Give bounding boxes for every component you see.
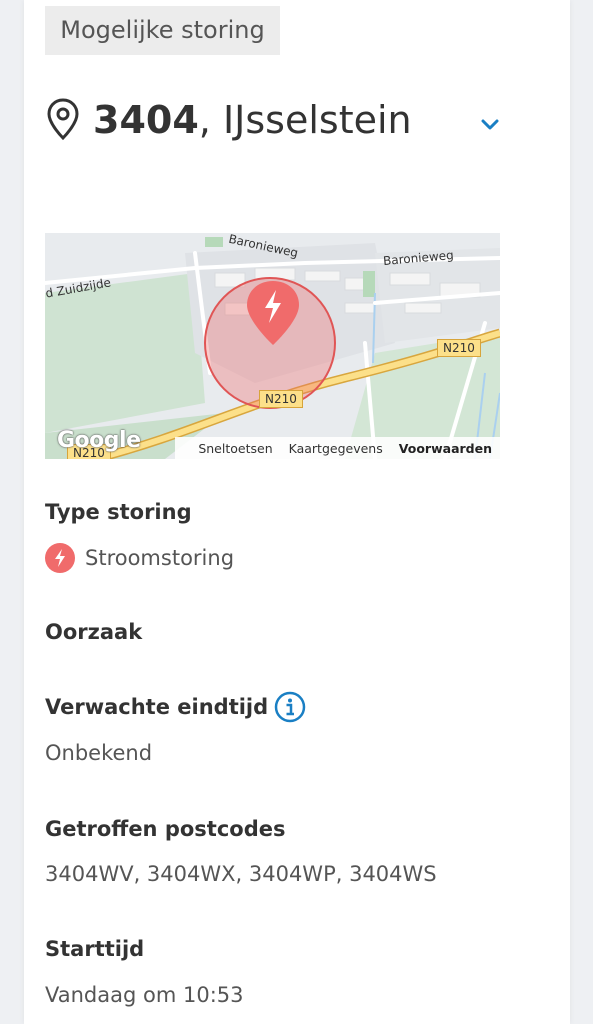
- location-city: IJsselstein: [222, 98, 412, 142]
- map-data-link[interactable]: Kaartgegevens: [289, 441, 383, 456]
- location-postal: 3404: [93, 98, 199, 142]
- outage-map[interactable]: Baronieweg Baronieweg d Zuidzijde N210 N…: [45, 233, 500, 459]
- start-time-label: Starttijd: [45, 937, 145, 961]
- type-label: Type storing: [45, 500, 192, 524]
- road-shield-n210-b: N210: [259, 390, 303, 408]
- road-shield-n210-a: N210: [437, 339, 481, 357]
- cause-label: Oorzaak: [45, 620, 143, 644]
- map-terms-link[interactable]: Voorwaarden: [399, 441, 492, 456]
- info-icon[interactable]: [274, 691, 306, 723]
- end-time-row: Verwachte eindtijd: [45, 691, 306, 723]
- location-header[interactable]: 3404, IJsselstein: [45, 92, 505, 148]
- map-footer: Sneltoetsen Kaartgegevens Voorwaarden: [175, 437, 500, 459]
- start-time-value: Vandaag om 10:53: [45, 983, 244, 1007]
- end-time-value: Onbekend: [45, 741, 153, 765]
- chevron-down-icon[interactable]: [478, 112, 502, 136]
- lightning-bolt-icon: [45, 543, 75, 573]
- postcodes-label: Getroffen postcodes: [45, 817, 286, 841]
- end-time-label: Verwachte eindtijd: [45, 695, 269, 719]
- google-logo: Google: [57, 428, 141, 453]
- map-pin-icon: [45, 97, 81, 143]
- status-tag: Mogelijke storing: [45, 6, 280, 55]
- type-row: Stroomstoring: [45, 542, 234, 574]
- type-value: Stroomstoring: [85, 546, 235, 570]
- map-shortcuts-link[interactable]: Sneltoetsen: [198, 441, 272, 456]
- postcodes-value: 3404WV, 3404WX, 3404WP, 3404WS: [45, 862, 437, 886]
- location-separator: ,: [198, 98, 211, 142]
